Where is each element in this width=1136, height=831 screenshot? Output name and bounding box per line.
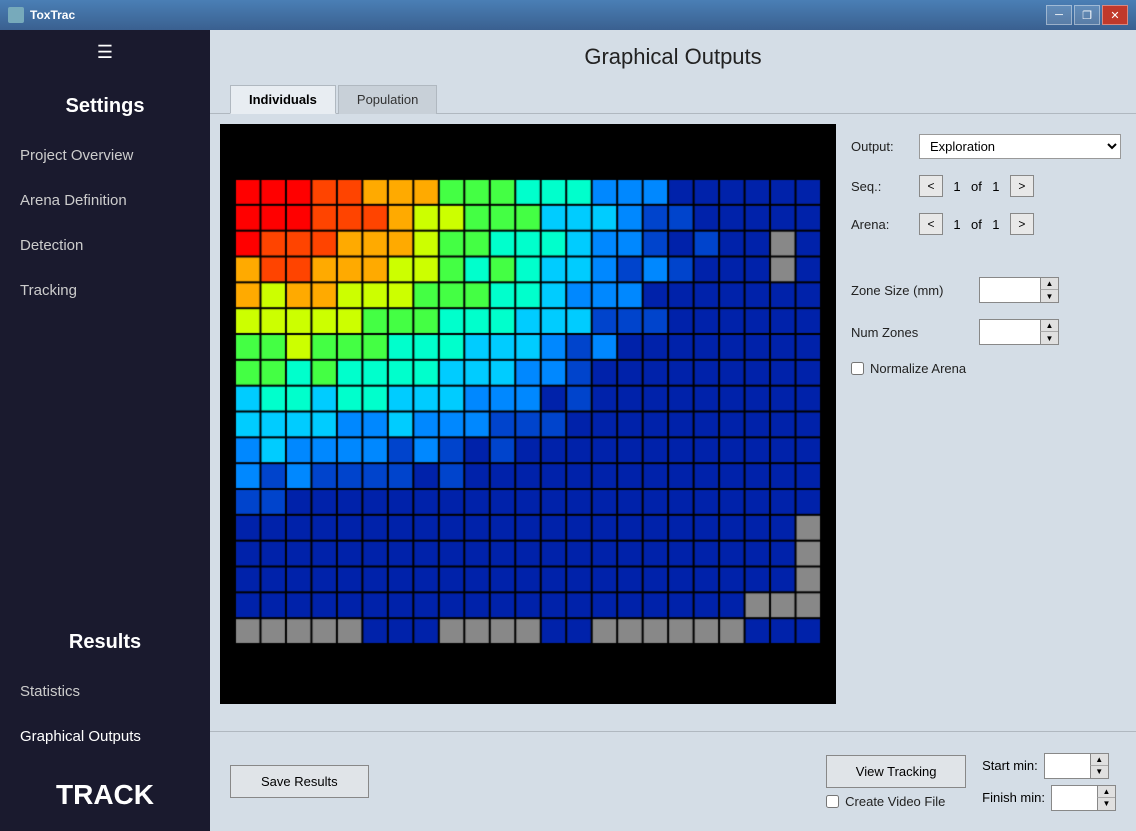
content-area: Graphical Outputs Individuals Population — [210, 30, 1136, 831]
sidebar: ☰ Settings Project Overview Arena Defini… — [0, 30, 210, 831]
create-video-label: Create Video File — [845, 794, 945, 809]
start-min-label: Start min: — [982, 758, 1038, 773]
output-select[interactable]: Exploration Distance Speed Heatmap — [919, 134, 1121, 159]
arena-nav: < 1 of 1 > — [919, 213, 1034, 235]
create-video-row: Create Video File — [826, 794, 966, 809]
start-min-input[interactable]: 0 — [1045, 756, 1090, 775]
results-section-title: Results — [0, 611, 210, 669]
arena-label: Arena: — [851, 217, 911, 232]
create-video-checkbox[interactable] — [826, 795, 839, 808]
start-min-btns: ▲ ▼ — [1090, 754, 1108, 778]
minimize-button[interactable]: ─ — [1046, 5, 1072, 25]
sidebar-item-arena-definition[interactable]: Arena Definition — [0, 178, 210, 223]
output-row: Output: Exploration Distance Speed Heatm… — [851, 134, 1121, 159]
sidebar-item-graphical-outputs[interactable]: Graphical Outputs — [0, 714, 210, 759]
menu-button[interactable]: ☰ — [0, 30, 210, 75]
normalize-checkbox[interactable] — [851, 362, 864, 375]
num-zones-row: Num Zones 30 ▲ ▼ — [851, 319, 1121, 345]
seq-prev-button[interactable]: < — [919, 175, 943, 197]
titlebar-left: ToxTrac — [8, 7, 75, 23]
app-container: ☰ Settings Project Overview Arena Defini… — [0, 30, 1136, 831]
normalize-row: Normalize Arena — [851, 361, 1121, 376]
arena-next-button[interactable]: > — [1010, 213, 1034, 235]
start-min-up-button[interactable]: ▲ — [1090, 754, 1108, 766]
start-min-down-button[interactable]: ▼ — [1090, 766, 1108, 778]
tabs-bar: Individuals Population — [210, 84, 1136, 114]
seq-row: Seq.: < 1 of 1 > — [851, 175, 1121, 197]
titlebar-controls[interactable]: ─ ❐ ✕ — [1046, 5, 1128, 25]
finish-min-input[interactable]: 8 — [1052, 788, 1097, 807]
arena-total: 1 — [986, 217, 1006, 232]
num-zones-spinner: 30 ▲ ▼ — [979, 319, 1059, 345]
finish-min-btns: ▲ ▼ — [1097, 786, 1115, 810]
seq-total: 1 — [986, 179, 1006, 194]
finish-min-row: Finish min: 8 ▲ ▼ — [982, 785, 1116, 811]
main-panel: Output: Exploration Distance Speed Heatm… — [210, 114, 1136, 731]
heatmap-container — [220, 124, 836, 704]
output-label: Output: — [851, 139, 911, 154]
bottom-right: View Tracking Create Video File Start mi… — [826, 753, 1116, 811]
track-button[interactable]: TRACK — [0, 759, 210, 831]
finish-min-label: Finish min: — [982, 790, 1045, 805]
arena-prev-button[interactable]: < — [919, 213, 943, 235]
restore-button[interactable]: ❐ — [1074, 5, 1100, 25]
titlebar: ToxTrac ─ ❐ ✕ — [0, 0, 1136, 30]
num-zones-down-button[interactable]: ▼ — [1040, 332, 1058, 344]
zone-size-down-button[interactable]: ▼ — [1040, 290, 1058, 302]
sidebar-item-project-overview[interactable]: Project Overview — [0, 133, 210, 178]
start-min-row: Start min: 0 ▲ ▼ — [982, 753, 1116, 779]
num-zones-input[interactable]: 30 — [980, 323, 1040, 342]
zone-size-spinner-btns: ▲ ▼ — [1040, 278, 1058, 302]
sidebar-item-statistics[interactable]: Statistics — [0, 669, 210, 714]
page-title: Graphical Outputs — [210, 30, 1136, 84]
zone-size-label: Zone Size (mm) — [851, 283, 971, 298]
settings-section-title: Settings — [0, 75, 210, 133]
finish-min-down-button[interactable]: ▼ — [1097, 798, 1115, 810]
tab-individuals[interactable]: Individuals — [230, 85, 336, 114]
controls-panel: Output: Exploration Distance Speed Heatm… — [846, 124, 1126, 721]
finish-min-up-button[interactable]: ▲ — [1097, 786, 1115, 798]
tab-population[interactable]: Population — [338, 85, 437, 114]
seq-nav: < 1 of 1 > — [919, 175, 1034, 197]
seq-label: Seq.: — [851, 179, 911, 194]
app-title: ToxTrac — [30, 8, 75, 22]
num-zones-label: Num Zones — [851, 325, 971, 340]
normalize-label: Normalize Arena — [870, 361, 966, 376]
arena-current: 1 — [947, 217, 967, 232]
sidebar-item-detection[interactable]: Detection — [0, 223, 210, 268]
sidebar-item-tracking[interactable]: Tracking — [0, 268, 210, 313]
zone-size-row: Zone Size (mm) 60 ▲ ▼ — [851, 277, 1121, 303]
seq-of: of — [971, 179, 982, 194]
num-zones-up-button[interactable]: ▲ — [1040, 320, 1058, 332]
bottom-bar: Save Results View Tracking Create Video … — [210, 731, 1136, 831]
finish-min-spinner: 8 ▲ ▼ — [1051, 785, 1116, 811]
heatmap-canvas — [220, 124, 836, 704]
seq-current: 1 — [947, 179, 967, 194]
start-min-spinner: 0 ▲ ▼ — [1044, 753, 1109, 779]
app-icon — [8, 7, 24, 23]
save-results-button[interactable]: Save Results — [230, 765, 369, 798]
close-button[interactable]: ✕ — [1102, 5, 1128, 25]
seq-next-button[interactable]: > — [1010, 175, 1034, 197]
zone-size-up-button[interactable]: ▲ — [1040, 278, 1058, 290]
zone-size-spinner: 60 ▲ ▼ — [979, 277, 1059, 303]
arena-row: Arena: < 1 of 1 > — [851, 213, 1121, 235]
view-tracking-button[interactable]: View Tracking — [826, 755, 966, 788]
min-controls: Start min: 0 ▲ ▼ Finish min: 8 — [982, 753, 1116, 811]
num-zones-spinner-btns: ▲ ▼ — [1040, 320, 1058, 344]
arena-of: of — [971, 217, 982, 232]
zone-size-input[interactable]: 60 — [980, 281, 1040, 300]
